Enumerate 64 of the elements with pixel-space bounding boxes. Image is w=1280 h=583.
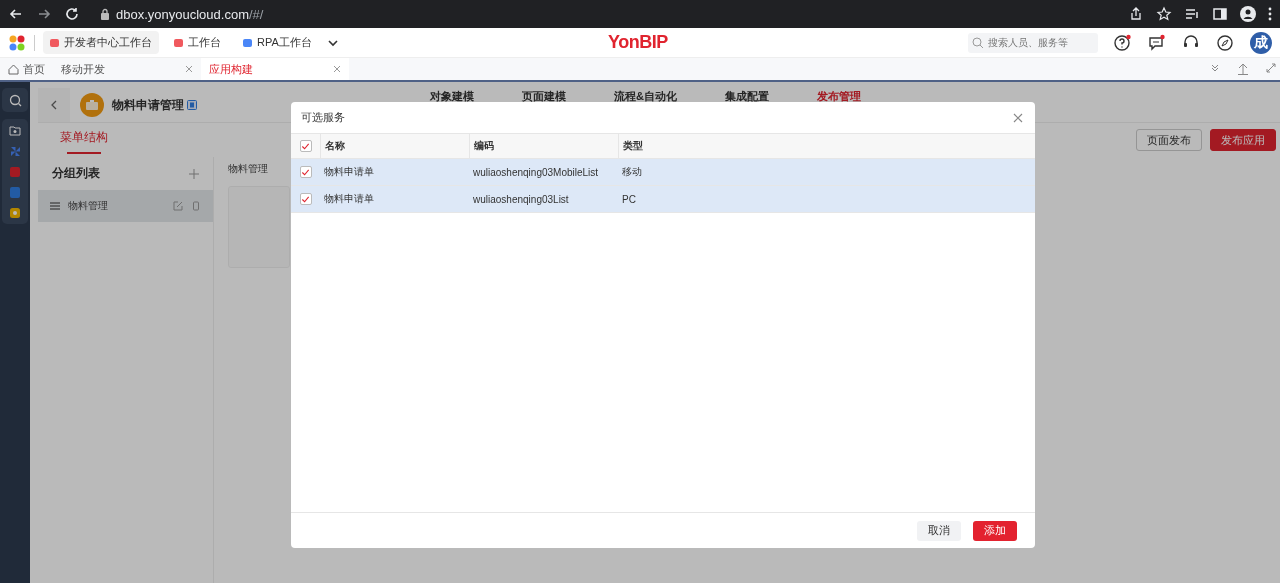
publish-page-button[interactable]: 页面发布 [1136,129,1202,151]
nav-tab[interactable]: 集成配置 [724,89,769,104]
cancel-button[interactable]: 取消 [917,520,961,541]
page-tab[interactable]: 移动开发 [53,58,201,80]
group-item[interactable]: 物料管理 [38,190,213,222]
close-icon[interactable] [1013,112,1023,123]
user-avatar[interactable]: 成 [1250,31,1272,54]
upload-icon[interactable] [1238,63,1248,75]
table-cell-text: wuliaoshenqing03List [472,193,570,205]
double-chevron-icon[interactable] [1210,63,1220,73]
search-icon[interactable] [2,88,28,112]
reload-icon[interactable] [64,6,80,22]
table-cell-text: 移动 [621,165,643,179]
expand-icon[interactable] [1266,63,1276,73]
column-header: 名称 [320,134,469,158]
workbench-tab[interactable]: 开发者中心工作台 [43,31,159,54]
playlist-icon[interactable] [1184,6,1200,22]
help-icon[interactable] [1114,33,1132,52]
table-cell-text: 物料申请单 [323,165,375,179]
briefcase-icon [80,93,104,117]
workbench-tab[interactable]: 工作台 [167,31,228,54]
menu-structure-tab[interactable]: 菜单结构 [60,129,108,152]
group-list-title: 分组列表 [52,165,100,182]
folder-star-icon[interactable] [9,125,21,136]
app-launcher-icon[interactable] [8,33,26,52]
compass-icon[interactable] [1216,33,1234,52]
more-icon[interactable] [1268,6,1272,22]
side-panel-icon[interactable] [1212,6,1228,22]
column-header: 类型 [618,134,1035,158]
table-cell-text: 物料申请单 [323,192,375,206]
star-icon[interactable] [1156,6,1172,22]
publish-app-button[interactable]: 发布应用 [1210,129,1276,151]
checkbox[interactable] [299,193,312,205]
app-type-icon [187,100,197,110]
table-cell-text: PC [621,193,637,205]
home-tab[interactable]: 首页 [0,58,53,80]
search-icon [972,36,984,49]
logo: YonBIP [608,32,668,53]
add-button[interactable]: 添加 [973,520,1017,541]
address-bar[interactable]: dbox.yonyoucloud.com/#/ [116,6,264,22]
message-icon[interactable] [1148,33,1166,52]
checkbox[interactable] [299,166,312,178]
nav-tab[interactable]: 发布管理 [816,89,861,104]
dialog-title: 可选服务 [301,110,345,125]
nav-tab[interactable]: 对象建模 [430,89,474,104]
nav-tab[interactable]: 流程&自动化 [614,89,677,104]
lock-icon [100,8,110,20]
close-icon[interactable] [333,65,341,73]
table-cell-text: wuliaoshenqing03MobileList [472,166,600,178]
section-title: 物料管理 [228,162,268,176]
workbench-tab[interactable]: RPA工作台 [236,31,319,54]
close-icon[interactable] [185,65,193,73]
profile-icon[interactable] [1240,6,1256,22]
star-app-icon[interactable] [10,208,20,218]
app-title: 物料申请管理 [112,96,184,114]
column-header: 编码 [469,134,618,158]
page-tab[interactable]: 应用构建 [201,58,349,80]
search-field[interactable]: 搜索人员、服务等 [968,32,1098,53]
checkbox[interactable] [299,140,312,152]
menu-icon[interactable] [50,201,60,211]
nav-tab[interactable]: 页面建模 [522,89,566,104]
chevron-left-icon [50,100,58,110]
share-icon[interactable] [1128,6,1144,22]
home-icon [8,63,19,75]
